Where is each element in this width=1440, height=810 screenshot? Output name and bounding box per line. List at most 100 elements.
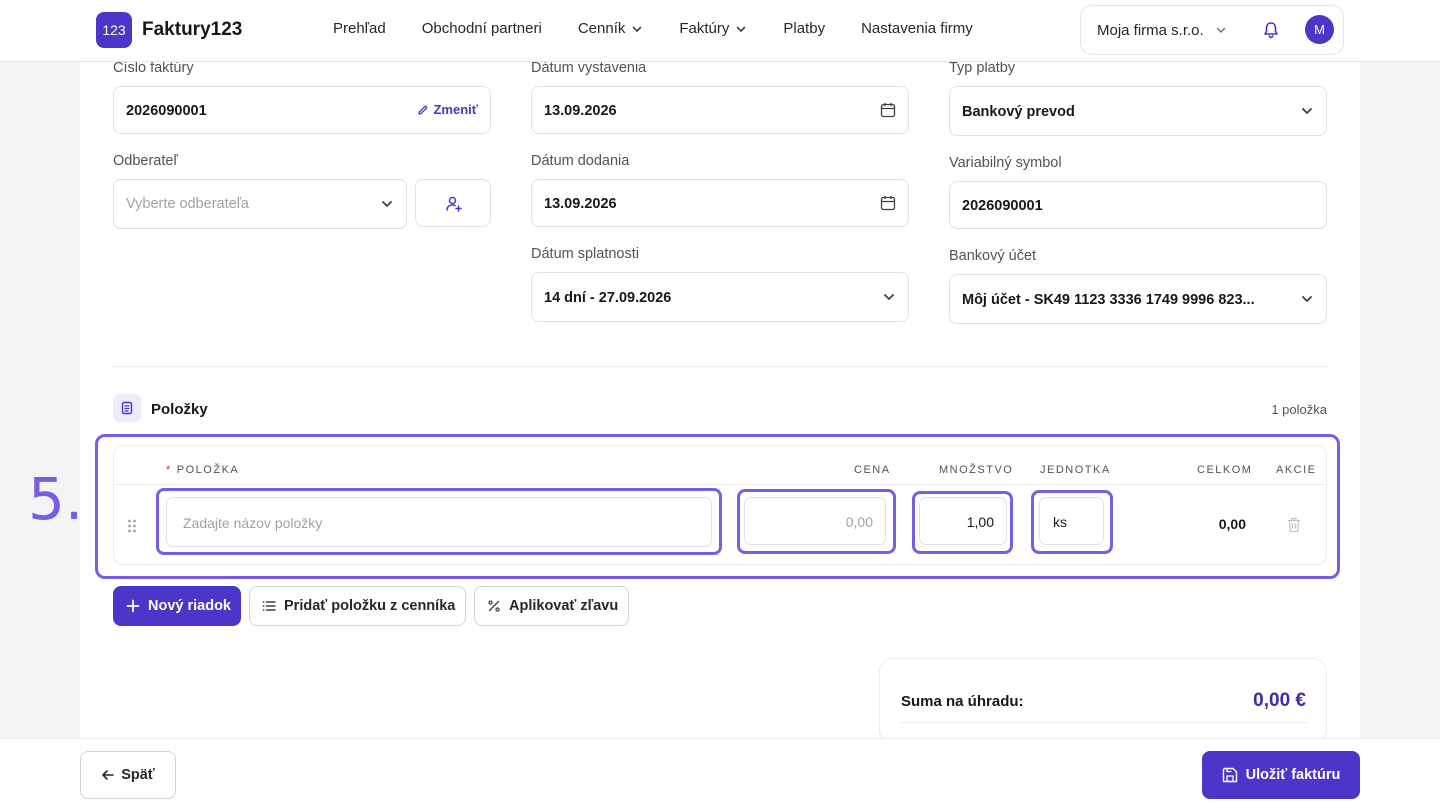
header-divider bbox=[114, 484, 1326, 485]
amount-due-label: Suma na úhradu: bbox=[901, 693, 1024, 710]
column-header-total: CELKOM bbox=[1197, 464, 1253, 476]
item-total-value: 0,00 bbox=[1218, 516, 1246, 532]
add-user-icon bbox=[445, 195, 463, 213]
nav-item-payments[interactable]: Platby bbox=[783, 20, 825, 37]
save-label: Uložiť faktúru bbox=[1245, 767, 1341, 783]
issue-date-field[interactable]: 13.09.2026 bbox=[531, 86, 909, 134]
change-label: Zmeniť bbox=[433, 102, 478, 117]
percent-icon bbox=[487, 599, 501, 613]
item-price-input[interactable]: 0,00 bbox=[744, 497, 886, 545]
company-name: Moja firma s.r.o. bbox=[1097, 22, 1204, 39]
item-unit-input[interactable]: ks bbox=[1039, 497, 1104, 545]
column-header-quantity: MNOŽSTVO bbox=[939, 464, 1014, 476]
list-icon bbox=[262, 599, 276, 613]
footer-bar: Späť Uložiť faktúru bbox=[0, 738, 1440, 810]
bank-account-value: Môj účet - SK49 1123 3336 1749 9996 823.… bbox=[962, 292, 1255, 308]
payment-type-label: Typ platby bbox=[949, 60, 1016, 76]
variable-symbol-label: Variabilný symbol bbox=[949, 155, 1062, 171]
pencil-icon bbox=[417, 104, 429, 116]
item-quantity-input[interactable]: 1,00 bbox=[919, 497, 1007, 545]
calendar-icon[interactable] bbox=[880, 195, 896, 211]
column-header-item-label: POLOŽKA bbox=[176, 464, 240, 476]
summary-divider bbox=[901, 722, 1307, 723]
nav-item-label: Faktúry bbox=[679, 20, 730, 37]
nav-item-label: Prehľad bbox=[333, 20, 386, 37]
column-header-item: * POLOŽKA bbox=[166, 464, 239, 476]
add-from-pricelist-button[interactable]: Pridať položku z cenníka bbox=[249, 586, 466, 626]
save-invoice-button[interactable]: Uložiť faktúru bbox=[1202, 751, 1360, 799]
customer-select[interactable]: Vyberte odberateľa bbox=[113, 179, 407, 229]
column-header-actions: AKCIE bbox=[1276, 464, 1317, 476]
drag-handle-icon[interactable] bbox=[127, 518, 137, 534]
amount-due-value: 0,00 € bbox=[1253, 690, 1306, 711]
item-unit-value: ks bbox=[1053, 514, 1067, 530]
invoice-number-label: Číslo faktúry bbox=[113, 60, 194, 76]
bank-account-label: Bankový účet bbox=[949, 248, 1037, 264]
summary-box: Suma na úhradu: 0,00 € bbox=[879, 658, 1327, 744]
column-header-unit: JEDNOTKA bbox=[1040, 464, 1111, 476]
customer-placeholder: Vyberte odberateľa bbox=[126, 196, 249, 212]
step-number-label: 5. bbox=[28, 465, 84, 533]
item-name-placeholder: Zadajte názov položky bbox=[183, 515, 323, 531]
apply-discount-button[interactable]: Aplikovať zľavu bbox=[474, 586, 629, 626]
bank-account-select[interactable]: Môj účet - SK49 1123 3336 1749 9996 823.… bbox=[949, 274, 1327, 324]
logo-text[interactable]: Faktury123 bbox=[142, 19, 242, 41]
nav-item-label: Platby bbox=[783, 20, 826, 37]
chevron-down-icon bbox=[380, 197, 394, 211]
trash-icon[interactable] bbox=[1287, 517, 1301, 533]
nav-item-company-settings[interactable]: Nastavenia firmy bbox=[861, 20, 973, 37]
variable-symbol-field[interactable]: 2026090001 bbox=[949, 181, 1327, 229]
save-icon bbox=[1222, 767, 1238, 783]
back-button[interactable]: Späť bbox=[80, 751, 176, 799]
apply-discount-label: Aplikovať zľavu bbox=[509, 598, 619, 614]
add-from-pricelist-label: Pridať položku z cenníka bbox=[284, 598, 456, 614]
arrow-left-icon bbox=[101, 768, 115, 782]
due-date-select[interactable]: 14 dní - 27.09.2026 bbox=[531, 272, 909, 322]
bell-icon[interactable] bbox=[1261, 20, 1281, 40]
variable-symbol-value: 2026090001 bbox=[962, 198, 1043, 214]
payment-type-value: Bankový prevod bbox=[962, 104, 1075, 120]
item-price-placeholder: 0,00 bbox=[845, 514, 873, 530]
top-navigation-bar: 123 Faktury123 Prehľad Obchodní partneri… bbox=[0, 0, 1440, 62]
customer-label: Odberateľ bbox=[113, 153, 178, 169]
nav-item-invoices[interactable]: Faktúry bbox=[679, 20, 747, 37]
issue-date-label: Dátum vystavenia bbox=[531, 60, 647, 76]
item-name-input[interactable]: Zadajte názov položky bbox=[166, 497, 712, 547]
due-date-value: 14 dní - 27.09.2026 bbox=[544, 290, 672, 306]
new-row-label: Nový riadok bbox=[148, 598, 231, 614]
plus-icon bbox=[126, 599, 140, 613]
invoice-number-value: 2026090001 bbox=[126, 103, 207, 119]
issue-date-value: 13.09.2026 bbox=[544, 103, 617, 119]
items-section-title: Položky bbox=[151, 401, 208, 418]
invoice-number-field[interactable]: 2026090001 Zmeniť bbox=[113, 86, 491, 134]
chevron-down-icon bbox=[631, 23, 643, 35]
nav-item-label: Nastavenia firmy bbox=[861, 20, 973, 37]
nav-item-overview[interactable]: Prehľad bbox=[333, 20, 386, 37]
items-section-icon bbox=[113, 394, 141, 422]
required-marker: * bbox=[166, 464, 172, 476]
new-row-button[interactable]: Nový riadok bbox=[113, 586, 241, 626]
avatar[interactable]: M bbox=[1305, 15, 1334, 44]
nav-item-label: Cenník bbox=[577, 20, 626, 37]
main-nav: Prehľad Obchodní partneri Cenník Faktúry… bbox=[333, 20, 973, 37]
nav-item-pricelist[interactable]: Cenník bbox=[578, 20, 644, 37]
nav-item-label: Obchodní partneri bbox=[421, 20, 542, 37]
chevron-down-icon bbox=[1300, 104, 1314, 118]
payment-type-select[interactable]: Bankový prevod bbox=[949, 86, 1327, 136]
delivery-date-field[interactable]: 13.09.2026 bbox=[531, 179, 909, 227]
nav-item-partners[interactable]: Obchodní partneri bbox=[422, 20, 542, 37]
change-invoice-number-button[interactable]: Zmeniť bbox=[417, 102, 478, 117]
calendar-icon[interactable] bbox=[880, 102, 896, 118]
invoice-form-card: Číslo faktúry 2026090001 Zmeniť Odberate… bbox=[80, 60, 1360, 752]
chevron-down-icon bbox=[735, 23, 747, 35]
due-date-label: Dátum splatnosti bbox=[531, 246, 639, 262]
chevron-down-icon bbox=[882, 290, 896, 304]
chevron-down-icon bbox=[1215, 24, 1227, 36]
company-switcher[interactable]: Moja firma s.r.o. M bbox=[1080, 5, 1344, 55]
logo-badge[interactable]: 123 bbox=[96, 12, 132, 48]
column-header-price: CENA bbox=[854, 464, 891, 476]
chevron-down-icon bbox=[1300, 292, 1314, 306]
add-customer-button[interactable] bbox=[415, 179, 491, 227]
back-label: Späť bbox=[121, 767, 155, 783]
delivery-date-label: Dátum dodania bbox=[531, 153, 630, 169]
